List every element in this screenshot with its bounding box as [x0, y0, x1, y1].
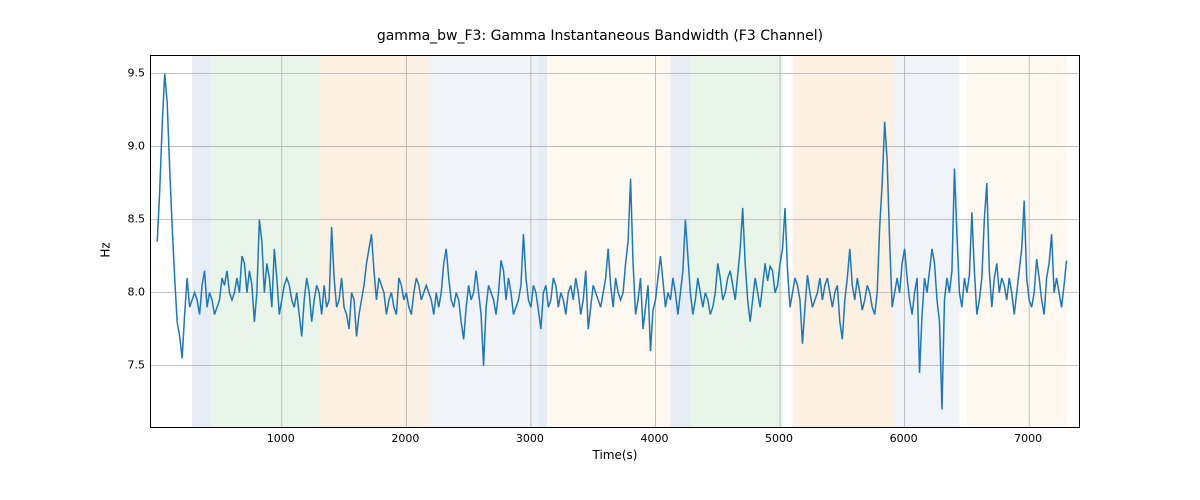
plot-svg [151, 56, 1079, 427]
y-tick: 9.0 [128, 139, 146, 152]
plot-area [150, 55, 1080, 428]
band [690, 56, 782, 427]
background-bands [192, 56, 1066, 427]
band [547, 56, 670, 427]
x-tick: 3000 [516, 432, 544, 445]
band [793, 56, 894, 427]
x-axis-label: Time(s) [150, 448, 1080, 462]
band [893, 56, 959, 427]
band [429, 56, 539, 427]
y-tick: 7.5 [128, 358, 146, 371]
x-tick: 1000 [267, 432, 295, 445]
band [192, 56, 211, 427]
band [538, 56, 547, 427]
band [319, 56, 429, 427]
x-tick: 6000 [890, 432, 918, 445]
x-tick: 4000 [640, 432, 668, 445]
figure: gamma_bw_F3: Gamma Instantaneous Bandwid… [0, 0, 1200, 500]
band [211, 56, 319, 427]
chart-title: gamma_bw_F3: Gamma Instantaneous Bandwid… [0, 28, 1200, 44]
x-tick: 5000 [765, 432, 793, 445]
y-axis-label: Hz [99, 242, 113, 257]
x-tick: 2000 [391, 432, 419, 445]
y-tick: 9.5 [128, 66, 146, 79]
x-tick: 7000 [1014, 432, 1042, 445]
y-tick: 8.0 [128, 285, 146, 298]
y-tick: 8.5 [128, 212, 146, 225]
